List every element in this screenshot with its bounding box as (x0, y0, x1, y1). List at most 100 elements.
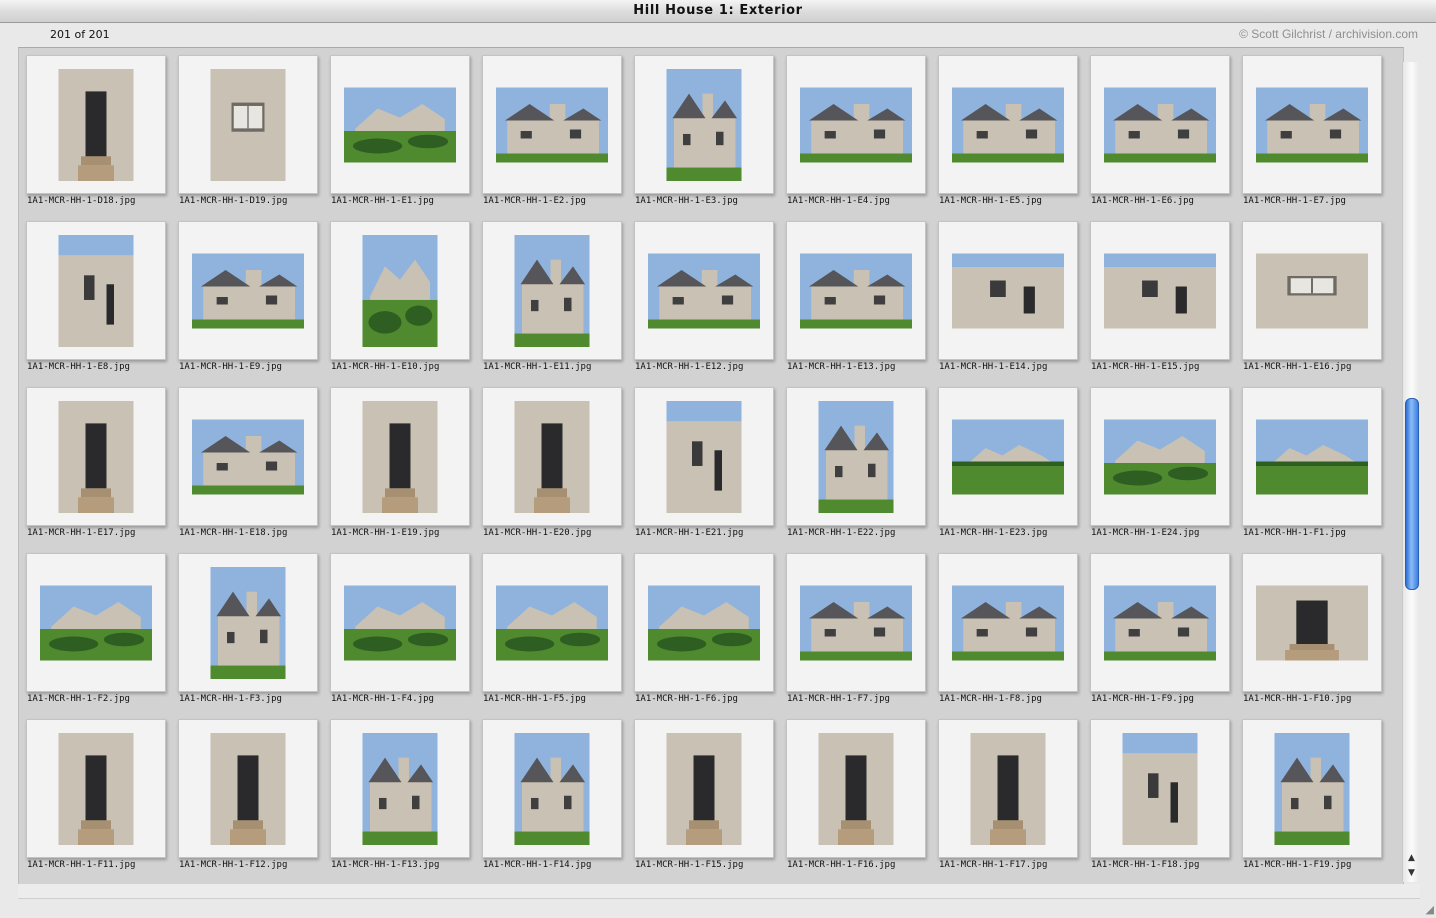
thumbnail-frame[interactable] (26, 719, 166, 858)
thumbnail-item[interactable]: 1A1-MCR-HH-1-F1.jpg (1236, 380, 1388, 540)
thumbnail-item[interactable]: 1A1-MCR-HH-1-F18.jpg (1084, 712, 1236, 872)
thumbnail-frame[interactable] (330, 553, 470, 692)
thumbnail-image[interactable] (800, 585, 912, 660)
thumbnail-image[interactable] (1274, 732, 1350, 845)
thumbnail-frame[interactable] (1242, 221, 1382, 360)
thumbnail-frame[interactable] (786, 553, 926, 692)
thumbnail-image[interactable] (192, 419, 304, 494)
scroll-up-arrow-icon[interactable]: ▲ (1403, 852, 1420, 865)
thumbnail-item[interactable]: 1A1-MCR-HH-1-E9.jpg (172, 214, 324, 374)
thumbnail-frame[interactable] (1242, 55, 1382, 194)
thumbnail-frame[interactable] (1242, 387, 1382, 526)
thumbnail-item[interactable]: 1A1-MCR-HH-1-E16.jpg (1236, 214, 1388, 374)
thumbnail-frame[interactable] (938, 719, 1078, 858)
thumbnail-item[interactable]: 1A1-MCR-HH-1-F6.jpg (628, 546, 780, 706)
thumbnail-frame[interactable] (482, 553, 622, 692)
thumbnail-frame[interactable] (938, 55, 1078, 194)
thumbnail-frame[interactable] (938, 221, 1078, 360)
thumbnail-item[interactable]: 1A1-MCR-HH-1-E4.jpg (780, 48, 932, 208)
thumbnail-item[interactable]: 1A1-MCR-HH-1-F16.jpg (780, 712, 932, 872)
thumbnail-image[interactable] (210, 68, 286, 181)
thumbnail-frame[interactable] (1242, 553, 1382, 692)
thumbnail-image[interactable] (58, 234, 134, 347)
thumbnail-frame[interactable] (26, 55, 166, 194)
thumbnail-image[interactable] (1256, 253, 1368, 328)
thumbnail-image[interactable] (952, 585, 1064, 660)
thumbnail-item[interactable]: 1A1-MCR-HH-1-E8.jpg (20, 214, 172, 374)
thumbnail-frame[interactable] (634, 553, 774, 692)
thumbnail-image[interactable] (192, 253, 304, 328)
thumbnail-frame[interactable] (482, 221, 622, 360)
thumbnail-item[interactable]: 1A1-MCR-HH-1-E6.jpg (1084, 48, 1236, 208)
thumbnail-frame[interactable] (786, 719, 926, 858)
thumbnail-frame[interactable] (938, 387, 1078, 526)
thumbnail-image[interactable] (58, 732, 134, 845)
thumbnail-item[interactable]: 1A1-MCR-HH-1-F14.jpg (476, 712, 628, 872)
thumbnail-image[interactable] (800, 253, 912, 328)
thumbnail-item[interactable]: 1A1-MCR-HH-1-E17.jpg (20, 380, 172, 540)
thumbnail-frame[interactable] (482, 387, 622, 526)
thumbnail-frame[interactable] (786, 55, 926, 194)
thumbnail-item[interactable]: 1A1-MCR-HH-1-E19.jpg (324, 380, 476, 540)
thumbnail-frame[interactable] (178, 553, 318, 692)
thumbnail-image[interactable] (362, 400, 438, 513)
thumbnail-item[interactable]: 1A1-MCR-HH-1-F13.jpg (324, 712, 476, 872)
thumbnail-item[interactable]: 1A1-MCR-HH-1-F11.jpg (20, 712, 172, 872)
thumbnail-image[interactable] (952, 87, 1064, 162)
thumbnail-item[interactable]: 1A1-MCR-HH-1-F5.jpg (476, 546, 628, 706)
thumbnail-frame[interactable] (330, 719, 470, 858)
thumbnail-image[interactable] (514, 234, 590, 347)
thumbnail-item[interactable]: 1A1-MCR-HH-1-E21.jpg (628, 380, 780, 540)
thumbnail-image[interactable] (40, 585, 152, 660)
thumbnail-frame[interactable] (26, 387, 166, 526)
thumbnail-item[interactable]: 1A1-MCR-HH-1-E18.jpg (172, 380, 324, 540)
thumbnail-item[interactable]: 1A1-MCR-HH-1-D19.jpg (172, 48, 324, 208)
thumbnail-item[interactable]: 1A1-MCR-HH-1-F9.jpg (1084, 546, 1236, 706)
thumbnail-frame[interactable] (1090, 55, 1230, 194)
scrollbar-thumb[interactable] (1405, 398, 1419, 590)
thumbnail-item[interactable]: 1A1-MCR-HH-1-E5.jpg (932, 48, 1084, 208)
thumbnail-image[interactable] (800, 87, 912, 162)
thumbnail-frame[interactable] (1090, 221, 1230, 360)
thumbnail-item[interactable]: 1A1-MCR-HH-1-E24.jpg (1084, 380, 1236, 540)
thumbnail-image[interactable] (514, 400, 590, 513)
thumbnail-image[interactable] (952, 253, 1064, 328)
thumbnail-image[interactable] (210, 732, 286, 845)
thumbnail-image[interactable] (58, 400, 134, 513)
thumbnail-image[interactable] (970, 732, 1046, 845)
thumbnail-image[interactable] (818, 732, 894, 845)
thumbnail-frame[interactable] (178, 55, 318, 194)
thumbnail-item[interactable]: 1A1-MCR-HH-1-F15.jpg (628, 712, 780, 872)
thumbnail-frame[interactable] (482, 719, 622, 858)
thumbnail-item[interactable]: 1A1-MCR-HH-1-E14.jpg (932, 214, 1084, 374)
thumbnail-frame[interactable] (26, 553, 166, 692)
thumbnail-frame[interactable] (938, 553, 1078, 692)
thumbnail-frame[interactable] (786, 221, 926, 360)
thumbnail-image[interactable] (1104, 419, 1216, 494)
thumbnail-image[interactable] (1104, 585, 1216, 660)
thumbnail-item[interactable]: 1A1-MCR-HH-1-E22.jpg (780, 380, 932, 540)
thumbnail-frame[interactable] (178, 387, 318, 526)
scroll-down-arrow-icon[interactable]: ▼ (1403, 867, 1420, 880)
thumbnail-item[interactable]: 1A1-MCR-HH-1-E23.jpg (932, 380, 1084, 540)
thumbnail-item[interactable]: 1A1-MCR-HH-1-E15.jpg (1084, 214, 1236, 374)
thumbnail-item[interactable]: 1A1-MCR-HH-1-E13.jpg (780, 214, 932, 374)
thumbnail-frame[interactable] (634, 55, 774, 194)
thumbnail-frame[interactable] (330, 55, 470, 194)
thumbnail-item[interactable]: 1A1-MCR-HH-1-F10.jpg (1236, 546, 1388, 706)
thumbnail-image[interactable] (58, 68, 134, 181)
thumbnail-frame[interactable] (786, 387, 926, 526)
thumbnail-image[interactable] (818, 400, 894, 513)
thumbnail-frame[interactable] (330, 387, 470, 526)
thumbnail-item[interactable]: 1A1-MCR-HH-1-E10.jpg (324, 214, 476, 374)
thumbnail-image[interactable] (666, 68, 742, 181)
thumbnail-image[interactable] (648, 253, 760, 328)
thumbnail-frame[interactable] (178, 221, 318, 360)
thumbnail-image[interactable] (344, 585, 456, 660)
thumbnail-image[interactable] (210, 566, 286, 679)
thumbnail-frame[interactable] (330, 221, 470, 360)
thumbnail-image[interactable] (1104, 253, 1216, 328)
thumbnail-item[interactable]: 1A1-MCR-HH-1-F17.jpg (932, 712, 1084, 872)
thumbnail-item[interactable]: 1A1-MCR-HH-1-F4.jpg (324, 546, 476, 706)
thumbnail-image[interactable] (496, 87, 608, 162)
